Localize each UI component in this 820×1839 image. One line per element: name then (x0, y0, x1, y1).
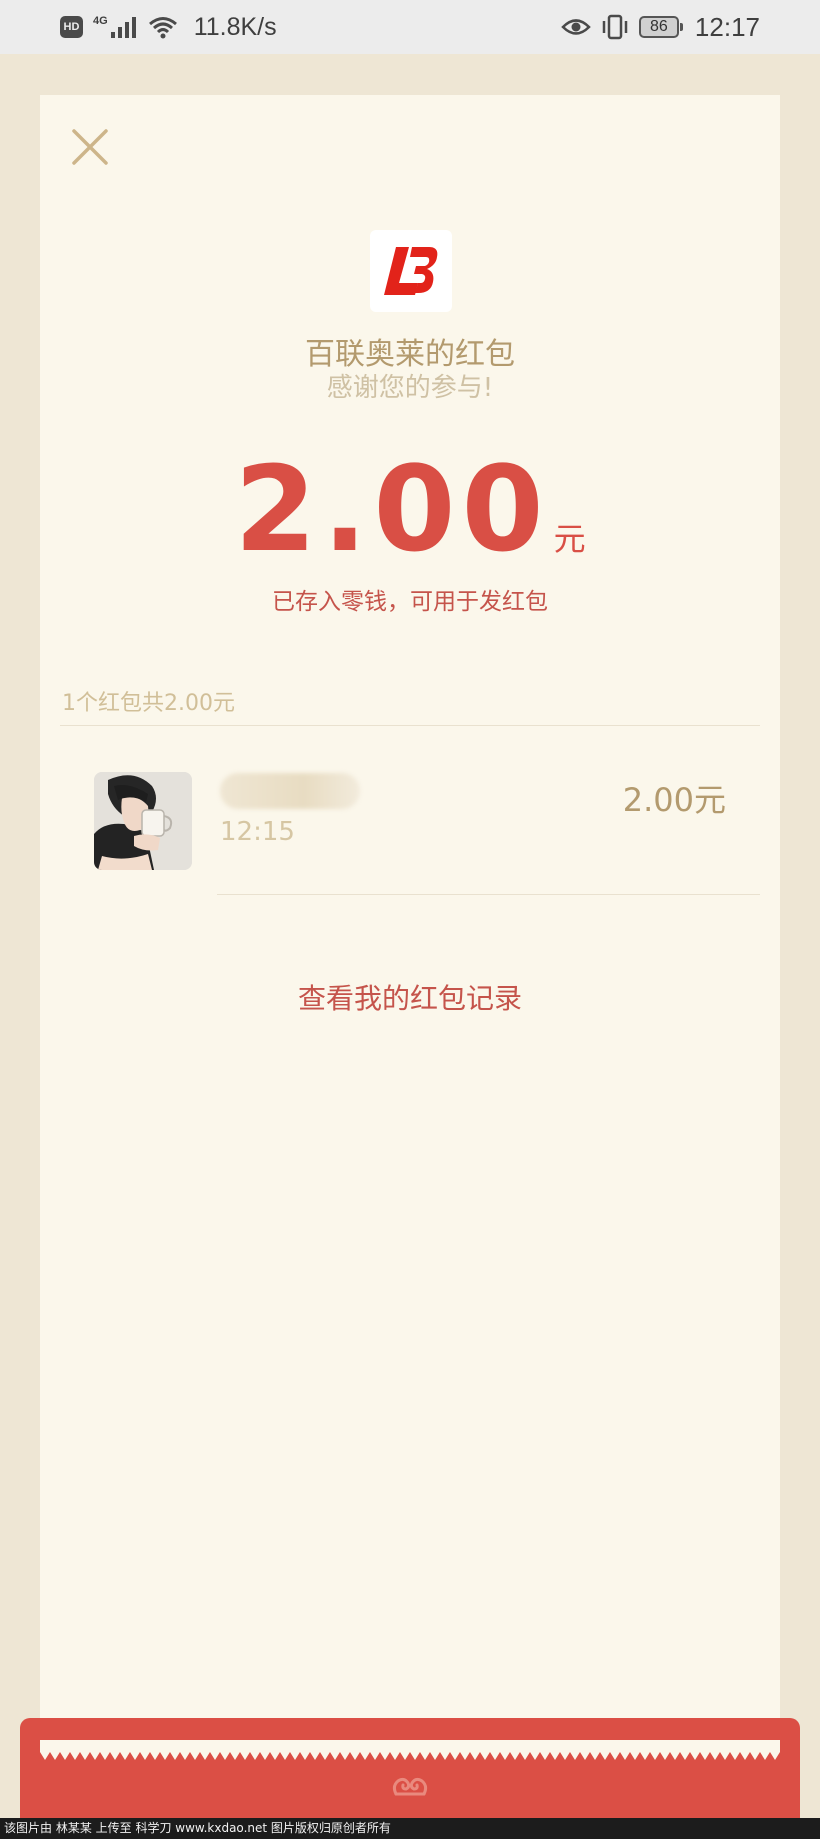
packet-summary: 1个红包共2.00元 (62, 691, 235, 716)
avatar (94, 772, 192, 870)
redacted-username (220, 773, 360, 809)
network-label: 4G (93, 14, 108, 27)
eye-icon (561, 19, 591, 35)
red-envelope-footer (20, 1718, 800, 1818)
red-packet-detail-card: 百联奥莱的红包 感谢您的参与! 2.00 元 已存入零钱，可用于发红包 1个红包共… (40, 95, 780, 1755)
network-speed: 11.8K/s (193, 12, 277, 41)
watermark-strip: 该图片由 林某某 上传至 科学刀 www.kxdao.net 图片版权归原创者所… (0, 1818, 820, 1839)
close-icon (72, 129, 108, 165)
amount-value: 2.00 (234, 440, 550, 578)
divider (217, 894, 760, 895)
hd-badge: HD (60, 16, 83, 38)
close-button[interactable] (68, 125, 112, 169)
sender-logo (370, 230, 452, 312)
card-zigzag-edge (40, 1740, 780, 1760)
view-my-records-link[interactable]: 查看我的红包记录 (40, 977, 780, 1017)
status-right: 86 12:17 (561, 10, 760, 44)
bailian-logo-icon (384, 247, 438, 295)
vibrate-icon (602, 14, 628, 40)
record-row[interactable]: 12:15 2.00元 (40, 755, 780, 905)
thanks-message: 感谢您的参与! (326, 373, 494, 403)
battery-indicator: 86 (638, 16, 683, 38)
amount-unit: 元 (553, 520, 586, 558)
status-time: 12:17 (694, 11, 760, 42)
status-left: HD 4G 11.8K/s (60, 10, 277, 44)
cloud-emblem-icon (392, 1777, 428, 1796)
divider (60, 725, 760, 726)
record-time: 12:15 (220, 817, 295, 847)
wifi-icon (148, 17, 177, 39)
avatar-illustration (94, 772, 192, 870)
amount-display: 2.00 元 (40, 450, 780, 568)
record-amount: 2.00元 (622, 781, 726, 819)
status-bar: HD 4G 11.8K/s 86 12:17 (0, 0, 820, 54)
stored-note: 已存入零钱，可用于发红包 (272, 589, 548, 615)
signal-icon (110, 17, 136, 38)
